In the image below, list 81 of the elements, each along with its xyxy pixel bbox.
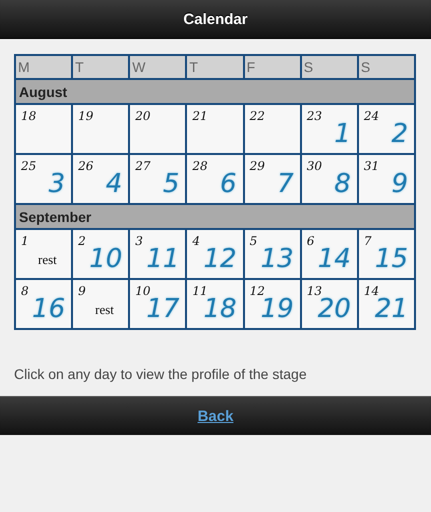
date-number: 20 [135, 109, 151, 123]
weekday-header: S [300, 55, 358, 79]
stage-number: 1 [334, 119, 351, 149]
date-number: 24 [364, 109, 380, 123]
hint-text: Click on any day to view the profile of the stage [14, 366, 308, 382]
day-cell[interactable]: 29 7 [244, 154, 301, 204]
day-cell[interactable]: 14 21 [358, 279, 415, 329]
date-number: 1 [21, 234, 29, 248]
weekday-header: T [186, 55, 244, 79]
weekday-header: F [244, 55, 301, 79]
day-cell[interactable]: 4 12 [186, 229, 244, 279]
back-link[interactable]: Back [198, 408, 234, 424]
day-cell[interactable]: 10 17 [129, 279, 186, 329]
day-cell[interactable]: 26 4 [72, 154, 130, 204]
date-number: 8 [21, 284, 29, 298]
date-number: 9 [78, 284, 86, 298]
date-number: 30 [306, 159, 322, 173]
day-cell[interactable]: 27 5 [129, 154, 186, 204]
date-number: 3 [135, 234, 143, 248]
day-cell[interactable]: 31 9 [358, 154, 415, 204]
day-cell[interactable]: 7 15 [358, 229, 415, 279]
page-title: Calendar [183, 10, 248, 28]
date-number: 19 [78, 109, 94, 123]
stage-number: 6 [220, 169, 237, 199]
date-number: 4 [192, 234, 200, 248]
day-cell[interactable]: 18 [15, 104, 72, 154]
date-number: 27 [135, 159, 151, 173]
day-cell[interactable]: 2 10 [72, 229, 130, 279]
date-number: 23 [306, 109, 322, 123]
day-cell[interactable]: 20 [129, 104, 186, 154]
day-cell[interactable]: 12 19 [244, 279, 301, 329]
date-number: 5 [250, 234, 258, 248]
weekday-header: T [72, 55, 130, 79]
day-cell[interactable]: 22 [244, 104, 301, 154]
day-cell[interactable]: 9 rest [72, 279, 130, 329]
day-cell[interactable]: 6 14 [300, 229, 358, 279]
day-cell[interactable]: 3 11 [129, 229, 186, 279]
stage-number: 14 [318, 244, 351, 274]
date-number: 6 [306, 234, 314, 248]
date-number: 31 [364, 159, 380, 173]
weekday-header: S [358, 55, 415, 79]
stage-number: 15 [374, 244, 408, 274]
date-number: 22 [250, 109, 265, 123]
stage-number: 16 [32, 294, 66, 324]
date-number: 7 [364, 234, 372, 248]
rest-label: rest [95, 302, 114, 318]
stage-number: 4 [106, 169, 122, 199]
stage-number: 10 [89, 244, 122, 274]
day-cell[interactable]: 1 rest [15, 229, 72, 279]
day-cell[interactable]: 24 2 [358, 104, 415, 154]
stage-number: 12 [203, 244, 237, 274]
day-cell[interactable]: 11 18 [186, 279, 244, 329]
stage-number: 5 [162, 169, 180, 199]
date-number: 18 [21, 109, 36, 123]
rest-label: rest [38, 252, 57, 268]
day-cell[interactable]: 13 20 [300, 279, 358, 329]
stage-number: 7 [277, 169, 294, 199]
day-cell[interactable]: 21 [186, 104, 244, 154]
date-number: 21 [192, 109, 208, 123]
day-cell[interactable]: 23 1 [300, 104, 358, 154]
date-number: 26 [78, 159, 94, 173]
stage-number: 3 [48, 169, 66, 199]
day-cell[interactable]: 30 8 [300, 154, 358, 204]
stage-number: 9 [391, 169, 408, 199]
stage-number: 8 [334, 169, 351, 199]
date-number: 29 [250, 159, 265, 173]
stage-number: 2 [391, 119, 408, 149]
day-cell[interactable]: 8 16 [15, 279, 72, 329]
date-number: 25 [21, 159, 36, 173]
weekday-header: W [129, 55, 186, 79]
day-cell[interactable]: 28 6 [186, 154, 244, 204]
date-number: 28 [192, 159, 208, 173]
date-number: 2 [78, 234, 86, 248]
day-cell[interactable]: 25 3 [15, 154, 72, 204]
day-cell[interactable]: 19 [72, 104, 130, 154]
month-header: August [15, 79, 415, 104]
stage-number: 11 [146, 244, 180, 274]
weekday-header: M [15, 55, 72, 79]
day-cell[interactable]: 5 13 [244, 229, 301, 279]
month-header: September [15, 204, 415, 229]
stage-number: 13 [260, 244, 294, 274]
